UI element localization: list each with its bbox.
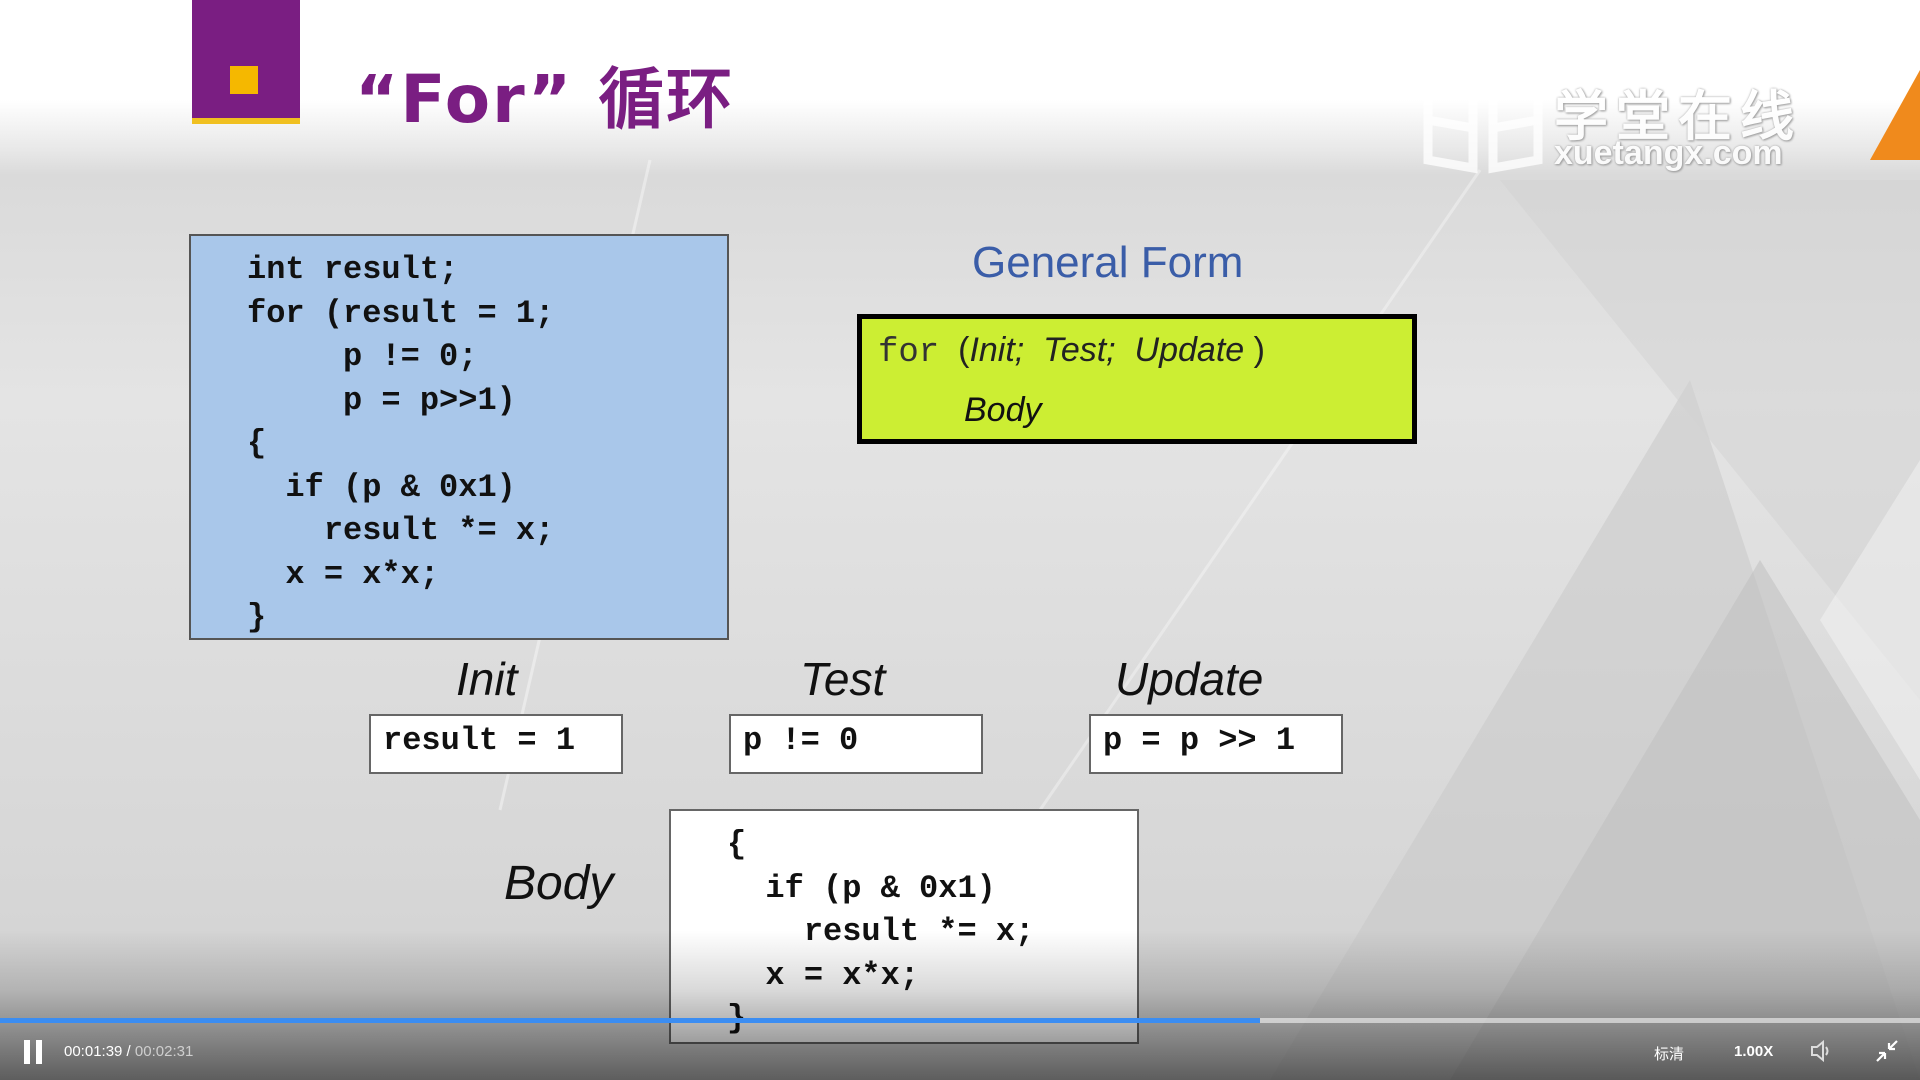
code-line: p = p>>1) (247, 381, 516, 419)
total-time: 00:02:31 (134, 1043, 194, 1060)
player-control-bar: 00:01:39 / 00:02:31 标清 1.00X (0, 1030, 1920, 1074)
code-line: p != 0; (247, 338, 478, 375)
general-form-heading: General Form (972, 238, 1244, 287)
code-line: if (p & 0x1) (247, 468, 516, 506)
pause-button[interactable] (22, 1038, 46, 1066)
code-line: x = x*x; (247, 555, 440, 593)
exit-fullscreen-icon (1876, 1040, 1898, 1062)
code-line: result *= x; (247, 512, 555, 549)
title-accent-inner (230, 66, 258, 94)
current-time: 00:01:39 (64, 1043, 123, 1060)
for-keyword: for (878, 334, 940, 372)
test-label: Test (800, 653, 886, 705)
test-placeholder: Test; (1043, 331, 1116, 369)
update-label: Update (1115, 653, 1264, 705)
title-accent-square (192, 0, 300, 124)
code-line: { (247, 425, 267, 462)
body-placeholder: Body (964, 391, 1042, 429)
time-display: 00:01:39 / 00:02:31 (64, 1043, 193, 1060)
test-code-box: p != 0 (729, 714, 983, 774)
watermark-text-en: xuetangx.com (1554, 134, 1783, 172)
book-logo-icon (1423, 74, 1543, 174)
code-line: int result; (247, 251, 459, 288)
body-code-line: { (727, 826, 747, 863)
watermark-logo: 学堂在线 xuetangx.com (1418, 68, 1808, 178)
update-code-box: p = p >> 1 (1089, 714, 1343, 774)
volume-button[interactable] (1808, 1038, 1834, 1064)
code-line: for (result = 1; (247, 294, 555, 332)
volume-icon (1811, 1039, 1829, 1063)
playback-speed-button[interactable]: 1.00X (1734, 1043, 1773, 1060)
progress-bar-fill (0, 1018, 1260, 1023)
orange-corner-decoration (1870, 70, 1920, 160)
code-line: } (247, 599, 267, 636)
exit-fullscreen-button[interactable] (1874, 1038, 1900, 1064)
quality-button[interactable]: 标清 (1654, 1043, 1684, 1064)
init-code-box: result = 1 (369, 714, 623, 774)
open-paren: ( (958, 331, 970, 369)
init-placeholder: Init; (969, 331, 1025, 369)
general-form-box: for (Init; Test; Update ) Body (857, 314, 1417, 444)
slide-title: “For” 循环 (355, 61, 735, 138)
progress-bar[interactable] (0, 1018, 1920, 1023)
time-separator: / (122, 1043, 135, 1060)
close-paren: ) (1253, 331, 1265, 369)
init-label: Init (456, 653, 518, 705)
example-code-block: int result; for (result = 1; p != 0; p = … (189, 234, 729, 640)
body-label: Body (504, 857, 614, 910)
general-form-header-line: for (Init; Test; Update ) (878, 331, 1265, 372)
update-placeholder: Update (1134, 331, 1245, 369)
video-frame: “For” 循环 学堂在线 xuetangx.com int result; fo… (0, 0, 1920, 1080)
body-code-line: if (p & 0x1) (727, 869, 996, 907)
